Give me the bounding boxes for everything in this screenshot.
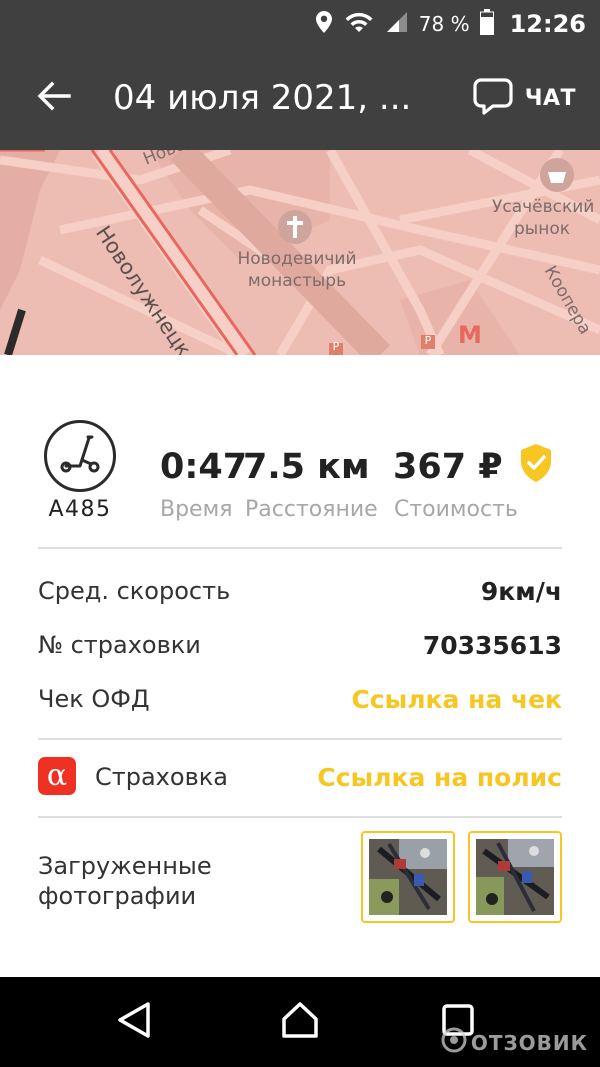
photo-image <box>476 839 554 915</box>
battery-percent: 78 % <box>418 12 470 36</box>
battery-icon <box>479 9 494 39</box>
map-poi-label: Новодевичий монастырь <box>237 249 357 291</box>
insurance-number-label: № страховки <box>38 631 201 659</box>
uploaded-photos-label: Загруженные фотографии <box>38 851 212 911</box>
metro-icon: M <box>458 321 482 349</box>
alfa-insurance-logo: α <box>38 757 76 795</box>
back-button[interactable] <box>30 74 78 122</box>
system-nav-bar: ОТЗОВИК <box>0 977 600 1067</box>
avg-speed-label: Сред. скорость <box>38 577 231 605</box>
avg-speed-value: 9км/ч <box>480 577 562 606</box>
uploaded-photos-label-line: Загруженные <box>38 852 212 880</box>
watermark: ОТЗОВИК <box>441 1027 588 1058</box>
signal-icon <box>385 10 409 38</box>
wifi-icon <box>343 10 375 38</box>
map-poi-label: Усачёвский рынок <box>492 197 595 239</box>
scooter-badge <box>44 420 116 492</box>
divider <box>38 738 562 740</box>
chat-label: ЧАТ <box>524 85 576 111</box>
trip-cost-value: 367 ₽ <box>393 447 503 487</box>
page-title: 04 июля 2021, ... <box>113 78 412 118</box>
divider <box>38 816 562 818</box>
trip-distance-value: 7.5 км <box>243 447 370 487</box>
trip-details-card: A485 0:47 7.5 км 367 ₽ Время Расстояние … <box>0 355 600 977</box>
nav-home-button[interactable] <box>270 997 330 1047</box>
insurance-policy-link[interactable]: Ссылка на полис <box>317 763 562 792</box>
trip-time-value: 0:47 <box>160 447 248 487</box>
back-arrow-icon <box>37 81 71 115</box>
clock: 12:26 <box>509 10 586 38</box>
nav-back-button[interactable] <box>104 997 164 1047</box>
uploaded-photos-label-line: фотографии <box>38 882 197 910</box>
watermark-logo-icon <box>441 1027 467 1058</box>
insurance-number-value: 70335613 <box>422 631 562 660</box>
trip-time-label: Время <box>160 497 233 522</box>
chat-button[interactable]: ЧАТ <box>473 76 576 120</box>
status-icons: 78 % 12:26 <box>315 8 586 40</box>
photo-thumbnail[interactable] <box>468 831 562 923</box>
parking-icon: P <box>332 340 340 353</box>
divider <box>38 547 562 549</box>
trip-cost-label: Стоимость <box>394 497 518 522</box>
receipt-link[interactable]: Ссылка на чек <box>351 685 562 714</box>
app-bar: 04 июля 2021, ... ЧАТ <box>0 48 600 150</box>
scooter-icon <box>58 434 102 478</box>
chat-bubble-icon <box>473 77 513 119</box>
photo-thumbnail[interactable] <box>361 831 455 923</box>
trip-distance-label: Расстояние <box>245 497 378 522</box>
parking-icon: P <box>424 334 432 347</box>
photo-image <box>369 839 447 915</box>
scooter-id: A485 <box>48 497 112 522</box>
watermark-text: ОТЗОВИК <box>470 1030 588 1055</box>
insurance-label: Страховка <box>95 763 228 791</box>
route-map[interactable]: Новод Новолужнецк Новодевичий монастырь … <box>0 150 600 355</box>
receipt-label: Чек ОФД <box>38 685 150 713</box>
home-icon <box>280 1001 320 1043</box>
location-icon <box>315 10 333 38</box>
back-triangle-icon <box>116 1001 152 1043</box>
status-bar: 78 % 12:26 <box>0 0 600 48</box>
shield-check-icon <box>519 443 553 487</box>
